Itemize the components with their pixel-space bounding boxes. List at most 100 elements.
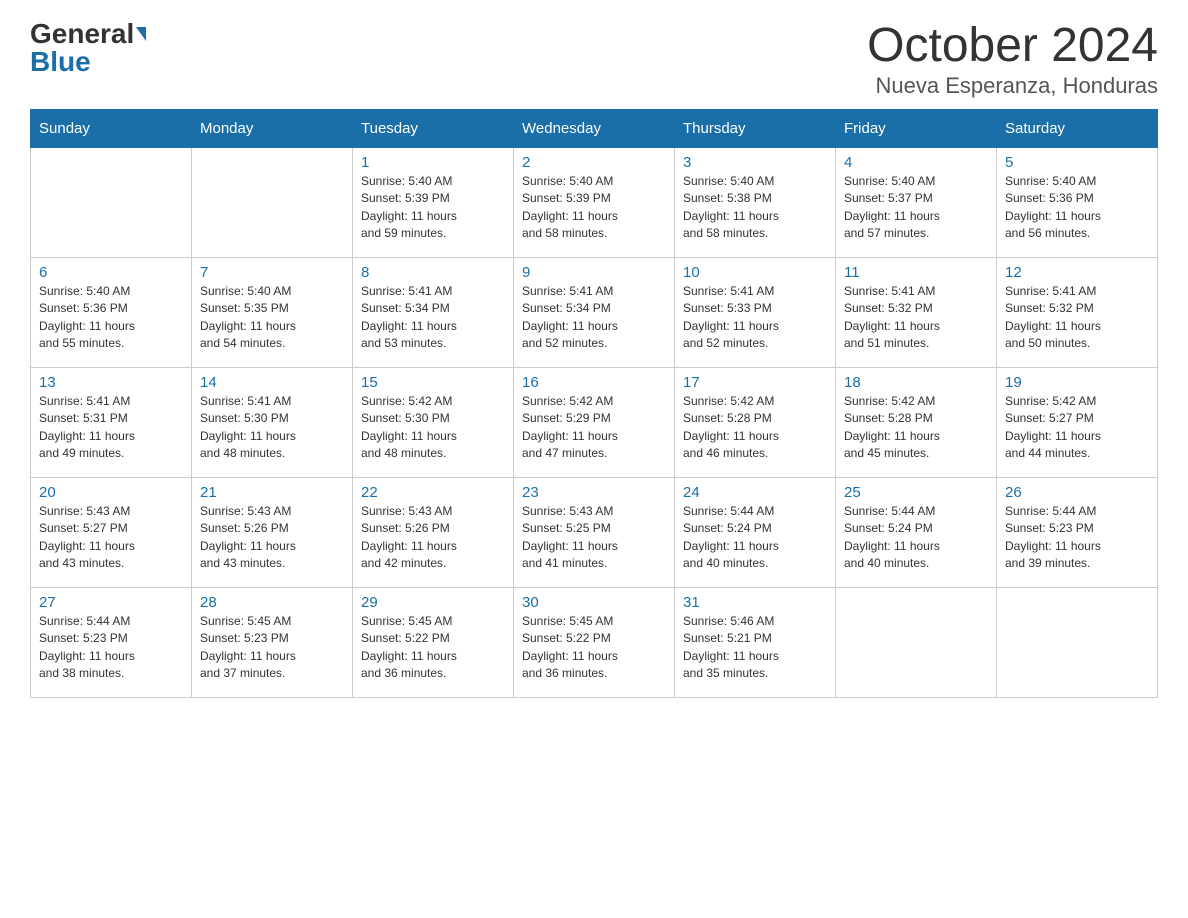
day-info: Sunrise: 5:45 AM Sunset: 5:22 PM Dayligh… — [361, 613, 505, 683]
day-info: Sunrise: 5:45 AM Sunset: 5:22 PM Dayligh… — [522, 613, 666, 683]
day-info: Sunrise: 5:44 AM Sunset: 5:24 PM Dayligh… — [683, 503, 827, 573]
page-subtitle: Nueva Esperanza, Honduras — [867, 73, 1158, 99]
calendar-header-monday: Monday — [192, 109, 353, 147]
title-block: October 2024 Nueva Esperanza, Honduras — [867, 20, 1158, 99]
day-info: Sunrise: 5:42 AM Sunset: 5:28 PM Dayligh… — [844, 393, 988, 463]
day-info: Sunrise: 5:42 AM Sunset: 5:28 PM Dayligh… — [683, 393, 827, 463]
day-number: 12 — [1005, 264, 1149, 281]
day-number: 25 — [844, 484, 988, 501]
day-number: 13 — [39, 374, 183, 391]
calendar-cell — [836, 587, 997, 697]
calendar-cell: 21 Sunrise: 5:43 AM Sunset: 5:26 PM Dayli… — [192, 477, 353, 587]
day-number: 2 — [522, 154, 666, 171]
day-info: Sunrise: 5:40 AM Sunset: 5:39 PM Dayligh… — [522, 173, 666, 243]
calendar-cell: 31 Sunrise: 5:46 AM Sunset: 5:21 PM Dayli… — [675, 587, 836, 697]
day-info: Sunrise: 5:41 AM Sunset: 5:34 PM Dayligh… — [522, 283, 666, 353]
calendar-cell: 26 Sunrise: 5:44 AM Sunset: 5:23 PM Dayli… — [997, 477, 1158, 587]
day-number: 7 — [200, 264, 344, 281]
day-number: 15 — [361, 374, 505, 391]
calendar-cell: 12 Sunrise: 5:41 AM Sunset: 5:32 PM Dayli… — [997, 257, 1158, 367]
day-number: 5 — [1005, 154, 1149, 171]
calendar-cell: 24 Sunrise: 5:44 AM Sunset: 5:24 PM Dayli… — [675, 477, 836, 587]
day-number: 1 — [361, 154, 505, 171]
day-number: 14 — [200, 374, 344, 391]
logo-blue: Blue — [30, 48, 91, 76]
calendar-cell: 8Sunrise: 5:41 AM Sunset: 5:34 PM Daylig… — [353, 257, 514, 367]
day-info: Sunrise: 5:40 AM Sunset: 5:39 PM Dayligh… — [361, 173, 505, 243]
calendar-cell: 29Sunrise: 5:45 AM Sunset: 5:22 PM Dayli… — [353, 587, 514, 697]
day-number: 18 — [844, 374, 988, 391]
day-info: Sunrise: 5:45 AM Sunset: 5:23 PM Dayligh… — [200, 613, 344, 683]
calendar-cell: 16 Sunrise: 5:42 AM Sunset: 5:29 PM Dayli… — [514, 367, 675, 477]
day-info: Sunrise: 5:41 AM Sunset: 5:32 PM Dayligh… — [844, 283, 988, 353]
day-number: 27 — [39, 594, 183, 611]
day-info: Sunrise: 5:44 AM Sunset: 5:24 PM Dayligh… — [844, 503, 988, 573]
calendar-cell: 9Sunrise: 5:41 AM Sunset: 5:34 PM Daylig… — [514, 257, 675, 367]
calendar-cell — [31, 147, 192, 257]
calendar-header-wednesday: Wednesday — [514, 109, 675, 147]
day-number: 30 — [522, 594, 666, 611]
day-info: Sunrise: 5:44 AM Sunset: 5:23 PM Dayligh… — [39, 613, 183, 683]
calendar-cell: 14 Sunrise: 5:41 AM Sunset: 5:30 PM Dayli… — [192, 367, 353, 477]
calendar-cell: 11Sunrise: 5:41 AM Sunset: 5:32 PM Dayli… — [836, 257, 997, 367]
day-info: Sunrise: 5:40 AM Sunset: 5:35 PM Dayligh… — [200, 283, 344, 353]
logo-general: General — [30, 20, 134, 48]
calendar-cell: 27 Sunrise: 5:44 AM Sunset: 5:23 PM Dayli… — [31, 587, 192, 697]
calendar-header-thursday: Thursday — [675, 109, 836, 147]
day-number: 3 — [683, 154, 827, 171]
day-number: 24 — [683, 484, 827, 501]
calendar-week-row: 13 Sunrise: 5:41 AM Sunset: 5:31 PM Dayli… — [31, 367, 1158, 477]
day-info: Sunrise: 5:43 AM Sunset: 5:26 PM Dayligh… — [361, 503, 505, 573]
day-info: Sunrise: 5:46 AM Sunset: 5:21 PM Dayligh… — [683, 613, 827, 683]
day-info: Sunrise: 5:40 AM Sunset: 5:36 PM Dayligh… — [1005, 173, 1149, 243]
day-info: Sunrise: 5:42 AM Sunset: 5:29 PM Dayligh… — [522, 393, 666, 463]
calendar-cell: 4 Sunrise: 5:40 AM Sunset: 5:37 PM Daylig… — [836, 147, 997, 257]
day-number: 19 — [1005, 374, 1149, 391]
day-info: Sunrise: 5:43 AM Sunset: 5:26 PM Dayligh… — [200, 503, 344, 573]
day-info: Sunrise: 5:40 AM Sunset: 5:37 PM Dayligh… — [844, 173, 988, 243]
calendar-week-row: 27 Sunrise: 5:44 AM Sunset: 5:23 PM Dayli… — [31, 587, 1158, 697]
calendar-week-row: 20Sunrise: 5:43 AM Sunset: 5:27 PM Dayli… — [31, 477, 1158, 587]
day-info: Sunrise: 5:41 AM Sunset: 5:31 PM Dayligh… — [39, 393, 183, 463]
calendar-cell: 17 Sunrise: 5:42 AM Sunset: 5:28 PM Dayli… — [675, 367, 836, 477]
calendar-header-sunday: Sunday — [31, 109, 192, 147]
day-info: Sunrise: 5:41 AM Sunset: 5:30 PM Dayligh… — [200, 393, 344, 463]
logo-arrow-icon — [136, 27, 146, 41]
calendar-cell: 6 Sunrise: 5:40 AM Sunset: 5:36 PM Daylig… — [31, 257, 192, 367]
calendar-cell: 13 Sunrise: 5:41 AM Sunset: 5:31 PM Dayli… — [31, 367, 192, 477]
page-header: General Blue October 2024 Nueva Esperanz… — [30, 20, 1158, 99]
calendar-cell: 15 Sunrise: 5:42 AM Sunset: 5:30 PM Dayli… — [353, 367, 514, 477]
calendar-cell: 28Sunrise: 5:45 AM Sunset: 5:23 PM Dayli… — [192, 587, 353, 697]
day-info: Sunrise: 5:43 AM Sunset: 5:27 PM Dayligh… — [39, 503, 183, 573]
day-info: Sunrise: 5:40 AM Sunset: 5:36 PM Dayligh… — [39, 283, 183, 353]
calendar-cell — [997, 587, 1158, 697]
calendar-cell: 20Sunrise: 5:43 AM Sunset: 5:27 PM Dayli… — [31, 477, 192, 587]
logo: General Blue — [30, 20, 146, 76]
day-number: 31 — [683, 594, 827, 611]
calendar-cell: 22 Sunrise: 5:43 AM Sunset: 5:26 PM Dayli… — [353, 477, 514, 587]
day-number: 17 — [683, 374, 827, 391]
calendar-cell: 5 Sunrise: 5:40 AM Sunset: 5:36 PM Daylig… — [997, 147, 1158, 257]
calendar-cell: 10Sunrise: 5:41 AM Sunset: 5:33 PM Dayli… — [675, 257, 836, 367]
calendar-header-row: SundayMondayTuesdayWednesdayThursdayFrid… — [31, 109, 1158, 147]
page-title: October 2024 — [867, 20, 1158, 73]
calendar-cell: 19Sunrise: 5:42 AM Sunset: 5:27 PM Dayli… — [997, 367, 1158, 477]
day-number: 16 — [522, 374, 666, 391]
day-number: 6 — [39, 264, 183, 281]
day-number: 4 — [844, 154, 988, 171]
calendar-header-tuesday: Tuesday — [353, 109, 514, 147]
calendar-cell: 25 Sunrise: 5:44 AM Sunset: 5:24 PM Dayli… — [836, 477, 997, 587]
day-number: 22 — [361, 484, 505, 501]
calendar-cell: 7 Sunrise: 5:40 AM Sunset: 5:35 PM Daylig… — [192, 257, 353, 367]
day-info: Sunrise: 5:44 AM Sunset: 5:23 PM Dayligh… — [1005, 503, 1149, 573]
day-info: Sunrise: 5:43 AM Sunset: 5:25 PM Dayligh… — [522, 503, 666, 573]
day-number: 21 — [200, 484, 344, 501]
day-number: 23 — [522, 484, 666, 501]
calendar-table: SundayMondayTuesdayWednesdayThursdayFrid… — [30, 109, 1158, 698]
day-info: Sunrise: 5:41 AM Sunset: 5:34 PM Dayligh… — [361, 283, 505, 353]
day-number: 10 — [683, 264, 827, 281]
day-number: 26 — [1005, 484, 1149, 501]
day-info: Sunrise: 5:41 AM Sunset: 5:32 PM Dayligh… — [1005, 283, 1149, 353]
day-info: Sunrise: 5:42 AM Sunset: 5:30 PM Dayligh… — [361, 393, 505, 463]
calendar-week-row: 1 Sunrise: 5:40 AM Sunset: 5:39 PM Daylig… — [31, 147, 1158, 257]
